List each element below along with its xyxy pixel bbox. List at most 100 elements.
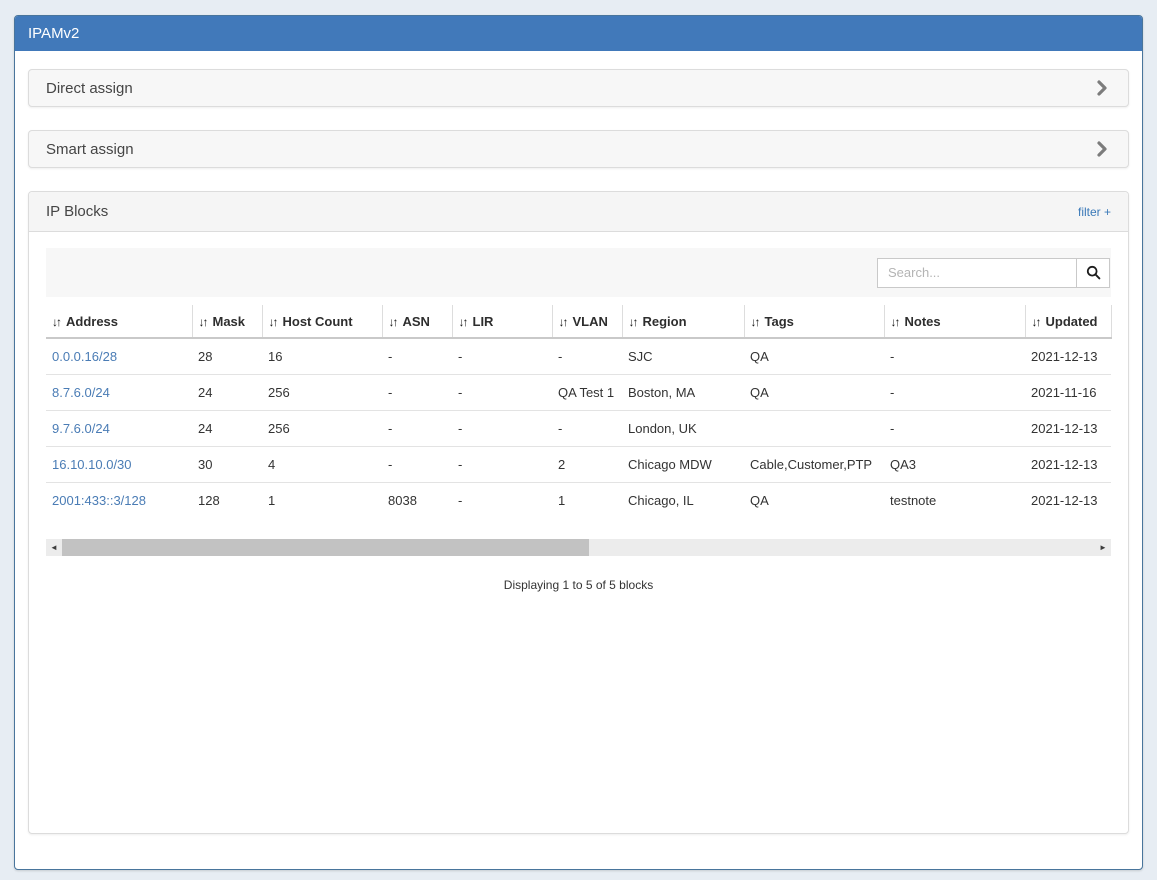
address-link[interactable]: 9.7.6.0/24 (52, 421, 110, 436)
cell-address: 8.7.6.0/24 (46, 375, 192, 411)
horizontal-scrollbar[interactable]: ◄ ► (46, 539, 1111, 556)
cell-notes: - (884, 411, 1025, 447)
cell-lir: - (452, 447, 552, 483)
cell-mask: 24 (192, 411, 262, 447)
column-label: VLAN (573, 314, 608, 329)
cell-region: Boston, MA (622, 375, 744, 411)
ip-blocks-title: IP Blocks (46, 203, 108, 220)
sort-icon: ↓↑ (629, 315, 637, 329)
column-header-host-count[interactable]: ↓↑ Host Count (262, 305, 382, 338)
column-label: Tags (765, 314, 794, 329)
sort-icon: ↓↑ (389, 315, 397, 329)
scrollbar-thumb[interactable] (62, 539, 589, 556)
table-row: 0.0.0.16/282816---SJCQA-2021-12-13 (46, 338, 1111, 375)
table-row: 16.10.10.0/30304--2Chicago MDWCable,Cust… (46, 447, 1111, 483)
scroll-right-icon[interactable]: ► (1095, 539, 1111, 556)
cell-lir: - (452, 483, 552, 519)
cell-notes: QA3 (884, 447, 1025, 483)
address-link[interactable]: 16.10.10.0/30 (52, 457, 132, 472)
cell-host-count: 256 (262, 375, 382, 411)
column-label: Notes (905, 314, 941, 329)
search-input[interactable] (877, 258, 1077, 288)
cell-address: 16.10.10.0/30 (46, 447, 192, 483)
column-header-asn[interactable]: ↓↑ ASN (382, 305, 452, 338)
search-icon (1086, 265, 1101, 280)
cell-vlan: 2 (552, 447, 622, 483)
smart-assign-panel[interactable]: Smart assign (28, 130, 1129, 168)
column-header-tags[interactable]: ↓↑ Tags (744, 305, 884, 338)
cell-updated: 2021-12-13 (1025, 447, 1111, 483)
cell-notes: - (884, 375, 1025, 411)
ip-blocks-table: ↓↑Address↓↑Mask↓↑Host Count↓↑ASN↓↑LIR↓↑V… (46, 305, 1112, 518)
column-label: ASN (403, 314, 430, 329)
sort-icon: ↓↑ (559, 315, 567, 329)
address-link[interactable]: 0.0.0.16/28 (52, 349, 117, 364)
cell-notes: testnote (884, 483, 1025, 519)
cell-lir: - (452, 338, 552, 375)
cell-host-count: 4 (262, 447, 382, 483)
cell-vlan: - (552, 338, 622, 375)
cell-tags: QA (744, 483, 884, 519)
cell-mask: 128 (192, 483, 262, 519)
table-body: 0.0.0.16/282816---SJCQA-2021-12-138.7.6.… (46, 338, 1111, 518)
column-label: Address (66, 314, 118, 329)
cell-lir: - (452, 411, 552, 447)
address-link[interactable]: 2001:433::3/128 (52, 493, 146, 508)
cell-address: 0.0.0.16/28 (46, 338, 192, 375)
cell-updated: 2021-12-13 (1025, 411, 1111, 447)
app-titlebar: IPAMv2 (15, 16, 1142, 51)
cell-mask: 30 (192, 447, 262, 483)
column-header-lir[interactable]: ↓↑ LIR (452, 305, 552, 338)
cell-address: 2001:433::3/128 (46, 483, 192, 519)
column-header-address[interactable]: ↓↑Address (46, 305, 192, 338)
sort-icon: ↓↑ (1032, 315, 1040, 329)
cell-updated: 2021-12-13 (1025, 338, 1111, 375)
column-label: Host Count (283, 314, 353, 329)
app-window: IPAMv2 Direct assign Smart assign IP Blo… (14, 15, 1143, 870)
scroll-left-icon[interactable]: ◄ (46, 539, 62, 556)
cell-asn: - (382, 375, 452, 411)
table-row: 9.7.6.0/2424256---London, UK-2021-12-13 (46, 411, 1111, 447)
search-button[interactable] (1076, 258, 1110, 288)
column-label: Region (643, 314, 687, 329)
column-label: LIR (473, 314, 494, 329)
direct-assign-panel[interactable]: Direct assign (28, 69, 1129, 107)
sort-icon: ↓↑ (199, 315, 207, 329)
address-link[interactable]: 8.7.6.0/24 (52, 385, 110, 400)
column-label: Updated (1046, 314, 1098, 329)
cell-region: Chicago MDW (622, 447, 744, 483)
direct-assign-label: Direct assign (46, 80, 133, 97)
cell-updated: 2021-12-13 (1025, 483, 1111, 519)
filter-add-link[interactable]: filter + (1078, 205, 1111, 219)
sort-icon: ↓↑ (459, 315, 467, 329)
cell-vlan: 1 (552, 483, 622, 519)
cell-tags: QA (744, 375, 884, 411)
column-header-notes[interactable]: ↓↑Notes (884, 305, 1025, 338)
cell-host-count: 1 (262, 483, 382, 519)
sort-icon: ↓↑ (269, 315, 277, 329)
column-header-vlan[interactable]: ↓↑ VLAN (552, 305, 622, 338)
cell-asn: 8038 (382, 483, 452, 519)
app-title: IPAMv2 (28, 25, 79, 42)
pagination-status: Displaying 1 to 5 of 5 blocks (46, 578, 1111, 592)
sort-icon: ↓↑ (751, 315, 759, 329)
cell-region: SJC (622, 338, 744, 375)
smart-assign-label: Smart assign (46, 141, 134, 158)
search-group (877, 258, 1110, 288)
cell-host-count: 16 (262, 338, 382, 375)
column-header-region[interactable]: ↓↑ Region (622, 305, 744, 338)
cell-asn: - (382, 411, 452, 447)
cell-asn: - (382, 338, 452, 375)
ip-blocks-body: ↓↑Address↓↑Mask↓↑Host Count↓↑ASN↓↑LIR↓↑V… (29, 232, 1128, 833)
ip-blocks-header: IP Blocks filter + (29, 192, 1128, 232)
cell-mask: 24 (192, 375, 262, 411)
cell-tags: Cable,Customer,PTP (744, 447, 884, 483)
table-row: 8.7.6.0/2424256--QA Test 1Boston, MAQA-2… (46, 375, 1111, 411)
table-row: 2001:433::3/12812818038-1Chicago, ILQAte… (46, 483, 1111, 519)
chevron-right-icon (1096, 80, 1108, 96)
column-header-mask[interactable]: ↓↑Mask (192, 305, 262, 338)
cell-asn: - (382, 447, 452, 483)
chevron-right-icon (1096, 141, 1108, 157)
column-header-updated[interactable]: ↓↑ Updated (1025, 305, 1111, 338)
cell-vlan: - (552, 411, 622, 447)
